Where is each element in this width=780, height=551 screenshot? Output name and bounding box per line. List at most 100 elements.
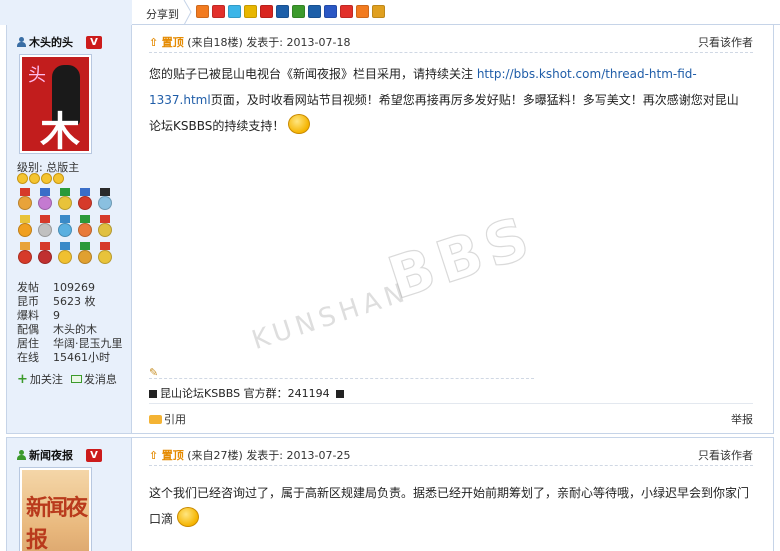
stat-row: 居住 华阔·昆玉九里 bbox=[17, 337, 127, 351]
medal-icon bbox=[77, 188, 93, 212]
post-floor-27: 新闻夜报 V 新闻夜报 ⇧ 置顶 (来自27楼) 发表于: 2013-07-25… bbox=[6, 437, 774, 551]
stat-key: 爆料 bbox=[17, 309, 39, 322]
qq-icon[interactable] bbox=[228, 5, 241, 18]
weibo-icon[interactable] bbox=[212, 5, 225, 18]
watermark-logo: KUNSHAN BBS bbox=[248, 201, 542, 356]
avatar-image: 新闻夜报 bbox=[22, 470, 89, 551]
stat-value: 109269 bbox=[53, 281, 95, 294]
level-star-icon bbox=[41, 173, 52, 184]
baidu-icon[interactable] bbox=[324, 5, 337, 18]
quote-label: 引用 bbox=[164, 413, 186, 426]
medal-icon bbox=[57, 215, 73, 239]
post-content: ⇧ 置顶 (来自27楼) 发表于: 2013-07-25 只看该作者 这个我们已… bbox=[133, 438, 773, 551]
level-stars bbox=[17, 173, 64, 184]
user-icon bbox=[17, 450, 26, 460]
stat-value: 9 bbox=[53, 309, 60, 322]
header-divider bbox=[149, 465, 753, 466]
mail-icon bbox=[70, 375, 82, 383]
medal-icon bbox=[17, 215, 33, 239]
stat-value: 5623 枚 bbox=[53, 295, 96, 308]
medal-icon bbox=[77, 242, 93, 266]
medal-icon bbox=[17, 242, 33, 266]
medal-icon bbox=[37, 215, 53, 239]
from-floor: (来自18楼) bbox=[187, 36, 243, 49]
user-stats: 发帖 109269 昆币 5623 枚爆料 9 配偶 木头的木 居住 华阔·昆玉九里在线 1546… bbox=[17, 281, 127, 365]
svg-text:BBS: BBS bbox=[380, 202, 542, 312]
stat-value: 木头的木 bbox=[53, 323, 97, 336]
follow-button[interactable]: + 加关注 bbox=[17, 371, 63, 387]
stat-row: 昆币 5623 枚 bbox=[17, 295, 127, 309]
quote-button[interactable]: 引用 bbox=[149, 411, 186, 427]
report-button[interactable]: 举报 bbox=[731, 411, 753, 427]
svg-text:KUNSHAN: KUNSHAN bbox=[248, 277, 412, 356]
stat-key: 昆币 bbox=[17, 295, 39, 308]
message-button[interactable]: 发消息 bbox=[70, 371, 117, 387]
square-bullet-icon bbox=[336, 390, 345, 398]
stat-key: 在线 bbox=[17, 351, 39, 364]
message-label: 发消息 bbox=[83, 373, 117, 386]
signature-text: 昆山论坛KSBBS 官方群：241194 bbox=[160, 387, 330, 400]
follow-label: 加关注 bbox=[29, 373, 63, 386]
medal-icon bbox=[57, 242, 73, 266]
tianya-icon[interactable] bbox=[356, 5, 369, 18]
post-floor-18: 木头的头 V 头 木 级别: 总版主 发帖 109269 昆币 5623 枚爆料 9 配偶… bbox=[6, 25, 774, 434]
medal-icon bbox=[37, 188, 53, 212]
smile-emoji-icon bbox=[177, 507, 200, 527]
sohu-icon[interactable] bbox=[292, 5, 305, 18]
share-label: 分享到 bbox=[146, 8, 179, 21]
signature-divider bbox=[149, 378, 534, 379]
arrow-up-icon: ⇧ bbox=[149, 36, 159, 49]
post-date: 发表于: 2013-07-25 bbox=[246, 449, 351, 462]
medal-icon bbox=[97, 188, 113, 212]
douban-icon[interactable] bbox=[244, 5, 257, 18]
taobao-icon[interactable] bbox=[340, 5, 353, 18]
more-icon[interactable] bbox=[372, 5, 385, 18]
medal-icon bbox=[57, 188, 73, 212]
author-name-link[interactable]: 新闻夜报 bbox=[29, 447, 73, 463]
vip-badge: V bbox=[86, 35, 102, 49]
avatar-image: 头 木 bbox=[22, 57, 89, 151]
level-star-icon bbox=[17, 173, 28, 184]
post-header: ⇧ 置顶 (来自18楼) 发表于: 2013-07-18 只看该作者 bbox=[149, 34, 753, 50]
stat-row: 配偶 木头的木 bbox=[17, 323, 127, 337]
author-sidebar: 木头的头 V 头 木 级别: 总版主 发帖 109269 昆币 5623 枚爆料 9 配偶… bbox=[7, 25, 132, 433]
post-header: ⇧ 置顶 (来自27楼) 发表于: 2013-07-25 只看该作者 bbox=[149, 447, 753, 463]
stat-value: 华阔·昆玉九里 bbox=[53, 337, 123, 350]
arrow-up-icon: ⇧ bbox=[149, 449, 159, 462]
author-name-link[interactable]: 木头的头 bbox=[29, 34, 73, 50]
post-body: 您的贴子已被昆山电视台《新闻夜报》栏目采用，请持续关注 http://bbs.k… bbox=[149, 61, 749, 139]
sticky-label: 置顶 bbox=[161, 449, 184, 462]
stat-value: 15461小时 bbox=[53, 351, 110, 364]
share-bar: 分享到 bbox=[0, 0, 780, 25]
post-body: 这个我们已经咨询过了，属于高新区规建局负责。据悉已经开始前期筹划了，亲耐心等待哦… bbox=[149, 480, 749, 532]
avatar-text: 新闻夜报 bbox=[26, 495, 88, 551]
footer-divider bbox=[149, 403, 753, 404]
only-author-link[interactable]: 只看该作者 bbox=[698, 447, 753, 463]
avatar-glyph-bottom: 木 bbox=[40, 108, 80, 151]
avatar[interactable]: 新闻夜报 bbox=[19, 467, 92, 551]
medal-grid bbox=[17, 188, 117, 266]
header-divider bbox=[149, 52, 753, 53]
share-separator bbox=[183, 0, 192, 25]
stat-key: 发帖 bbox=[17, 281, 39, 294]
post-date: 发表于: 2013-07-18 bbox=[246, 36, 351, 49]
stat-row: 爆料 9 bbox=[17, 309, 127, 323]
qzone-icon[interactable] bbox=[196, 5, 209, 18]
netease-icon[interactable] bbox=[308, 5, 321, 18]
stat-row: 在线 15461小时 bbox=[17, 351, 127, 365]
only-author-link[interactable]: 只看该作者 bbox=[698, 34, 753, 50]
author-sidebar: 新闻夜报 V 新闻夜报 bbox=[7, 438, 132, 551]
renren-icon[interactable] bbox=[276, 5, 289, 18]
vip-badge: V bbox=[86, 448, 102, 462]
kaixin-icon[interactable] bbox=[260, 5, 273, 18]
share-icon-list bbox=[196, 5, 385, 18]
stat-key: 居住 bbox=[17, 337, 39, 350]
level-star-icon bbox=[53, 173, 64, 184]
author-name-row: 新闻夜报 V bbox=[17, 447, 102, 463]
avatar[interactable]: 头 木 bbox=[19, 54, 92, 154]
body-text: 这个我们已经咨询过了，属于高新区规建局负责。据悉已经开始前期筹划了，亲耐心等待哦… bbox=[149, 486, 750, 526]
post-content: ⇧ 置顶 (来自18楼) 发表于: 2013-07-18 只看该作者 您的贴子已… bbox=[133, 25, 773, 433]
stat-row: 发帖 109269 bbox=[17, 281, 127, 295]
square-bullet-icon bbox=[149, 390, 157, 398]
signature: 昆山论坛KSBBS 官方群：241194 bbox=[149, 385, 347, 401]
